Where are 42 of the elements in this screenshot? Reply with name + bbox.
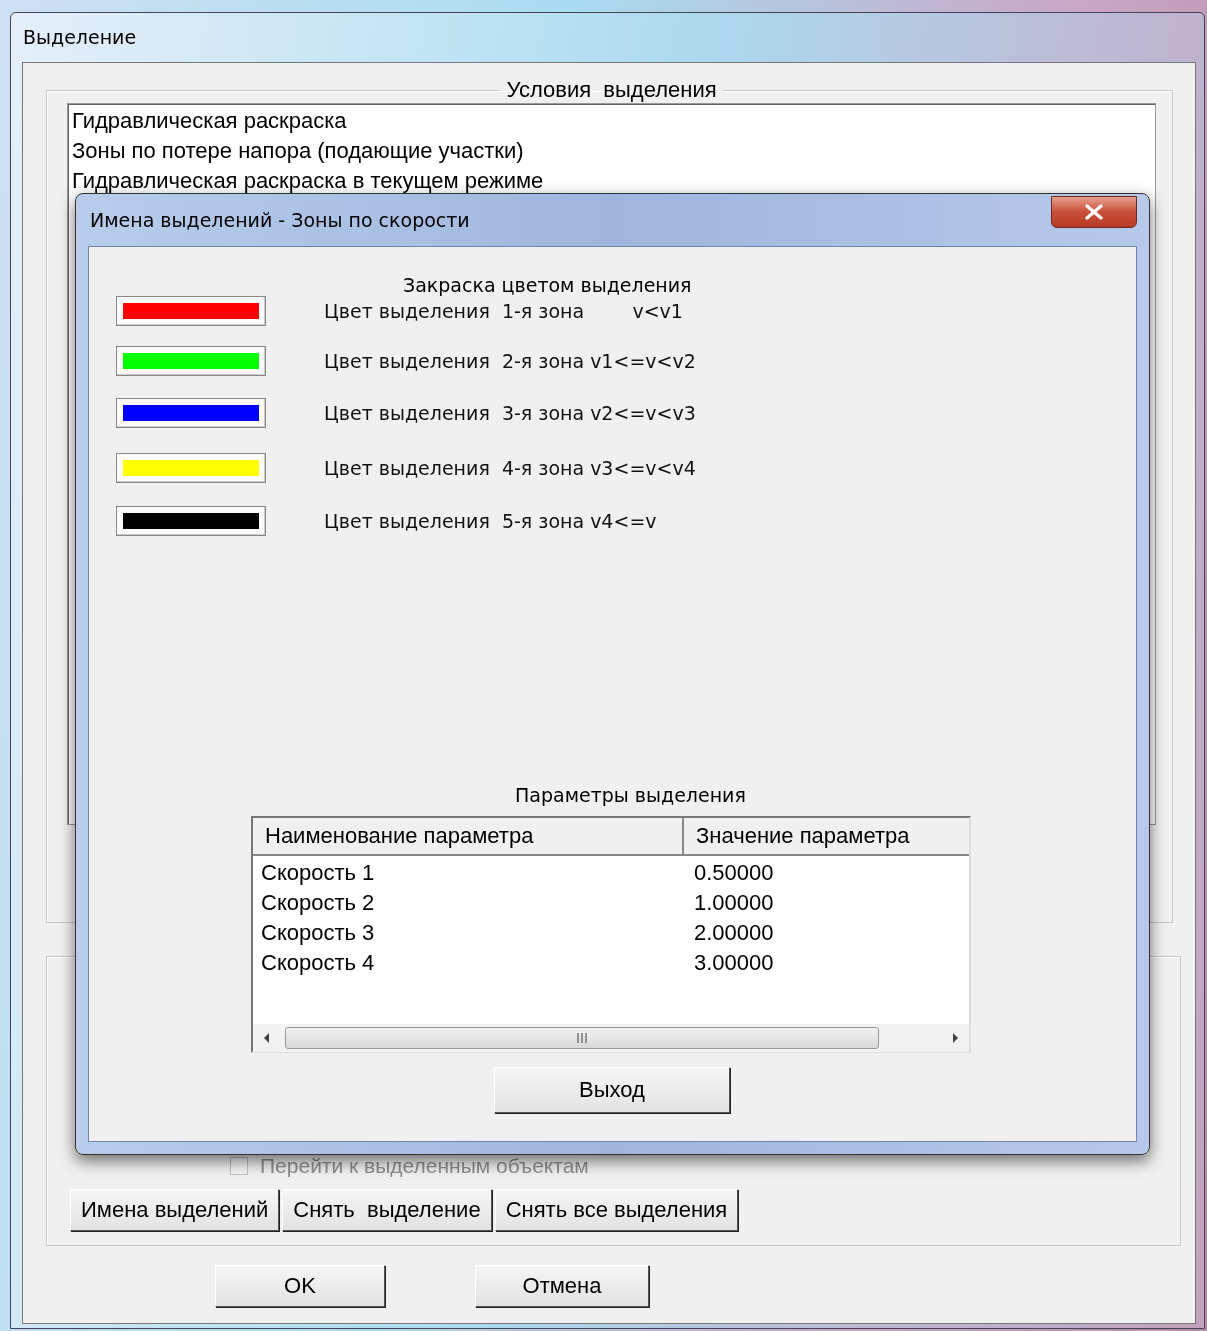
checkbox-label: Перейти к выделенным объектам xyxy=(260,1154,589,1178)
list-item[interactable]: Гидравлическая раскраска в текущем режиме xyxy=(72,166,1151,196)
scroll-left-icon[interactable] xyxy=(263,1032,271,1044)
color-swatch[interactable] xyxy=(116,453,266,483)
table-cell-text: Скорость 3 xyxy=(260,919,376,947)
color-swatch[interactable] xyxy=(116,506,266,536)
zone-label: Цвет выделения 3-я зона v2<=v<v3 xyxy=(324,402,696,424)
window-title: Выделение xyxy=(22,25,138,50)
group-title: Условия выделения xyxy=(505,77,718,103)
table-cell-text: 0.50000 xyxy=(693,859,775,887)
grip-icon xyxy=(576,1033,588,1043)
zone-label: Цвет выделения 2-я зона v1<=v<v2 xyxy=(324,350,696,372)
cancel-button[interactable]: Отмена xyxy=(475,1265,649,1307)
zone-label: Цвет выделения 4-я зона v3<=v<v4 xyxy=(324,457,696,479)
dialog-title: Имена выделений - Зоны по скорости xyxy=(90,208,470,233)
color-swatch[interactable] xyxy=(116,346,266,376)
section-title: Параметры выделения xyxy=(515,784,746,806)
action-button[interactable]: Снять все выделения xyxy=(494,1189,739,1231)
exit-button[interactable]: Выход xyxy=(494,1067,730,1113)
zone-label: Цвет выделения 5-я зона v4<=v xyxy=(324,510,657,532)
zone-label: Цвет выделения 1-я зона v<v1 xyxy=(324,300,683,322)
action-button[interactable]: Имена выделений xyxy=(70,1189,280,1231)
section-title: Закраска цветом выделения xyxy=(403,274,692,296)
table-cell-text: 1.00000 xyxy=(693,889,775,917)
table-cell-text: 3.00000 xyxy=(693,949,775,977)
ok-button[interactable]: OK xyxy=(215,1265,385,1307)
table-cell-text: 2.00000 xyxy=(693,919,775,947)
close-icon xyxy=(1084,204,1104,220)
color-swatch[interactable] xyxy=(116,296,266,326)
list-item[interactable]: Гидравлическая раскраска xyxy=(72,106,1151,136)
close-button[interactable] xyxy=(1051,196,1137,228)
scroll-thumb[interactable] xyxy=(285,1027,879,1049)
horizontal-scrollbar[interactable] xyxy=(253,1024,969,1052)
table-cell-text: Скорость 4 xyxy=(260,949,376,977)
scroll-right-icon[interactable] xyxy=(951,1032,959,1044)
action-button[interactable]: Снять выделение xyxy=(282,1189,492,1231)
table-cell-text: Скорость 1 xyxy=(260,859,376,887)
column-header[interactable]: Наименование параметра xyxy=(253,818,684,854)
list-item[interactable]: Зоны по потере напора (подающие участки) xyxy=(72,136,1151,166)
column-header[interactable]: Значение параметра xyxy=(684,818,969,854)
color-swatch[interactable] xyxy=(116,398,266,428)
table-cell-text: Скорость 2 xyxy=(260,889,376,917)
